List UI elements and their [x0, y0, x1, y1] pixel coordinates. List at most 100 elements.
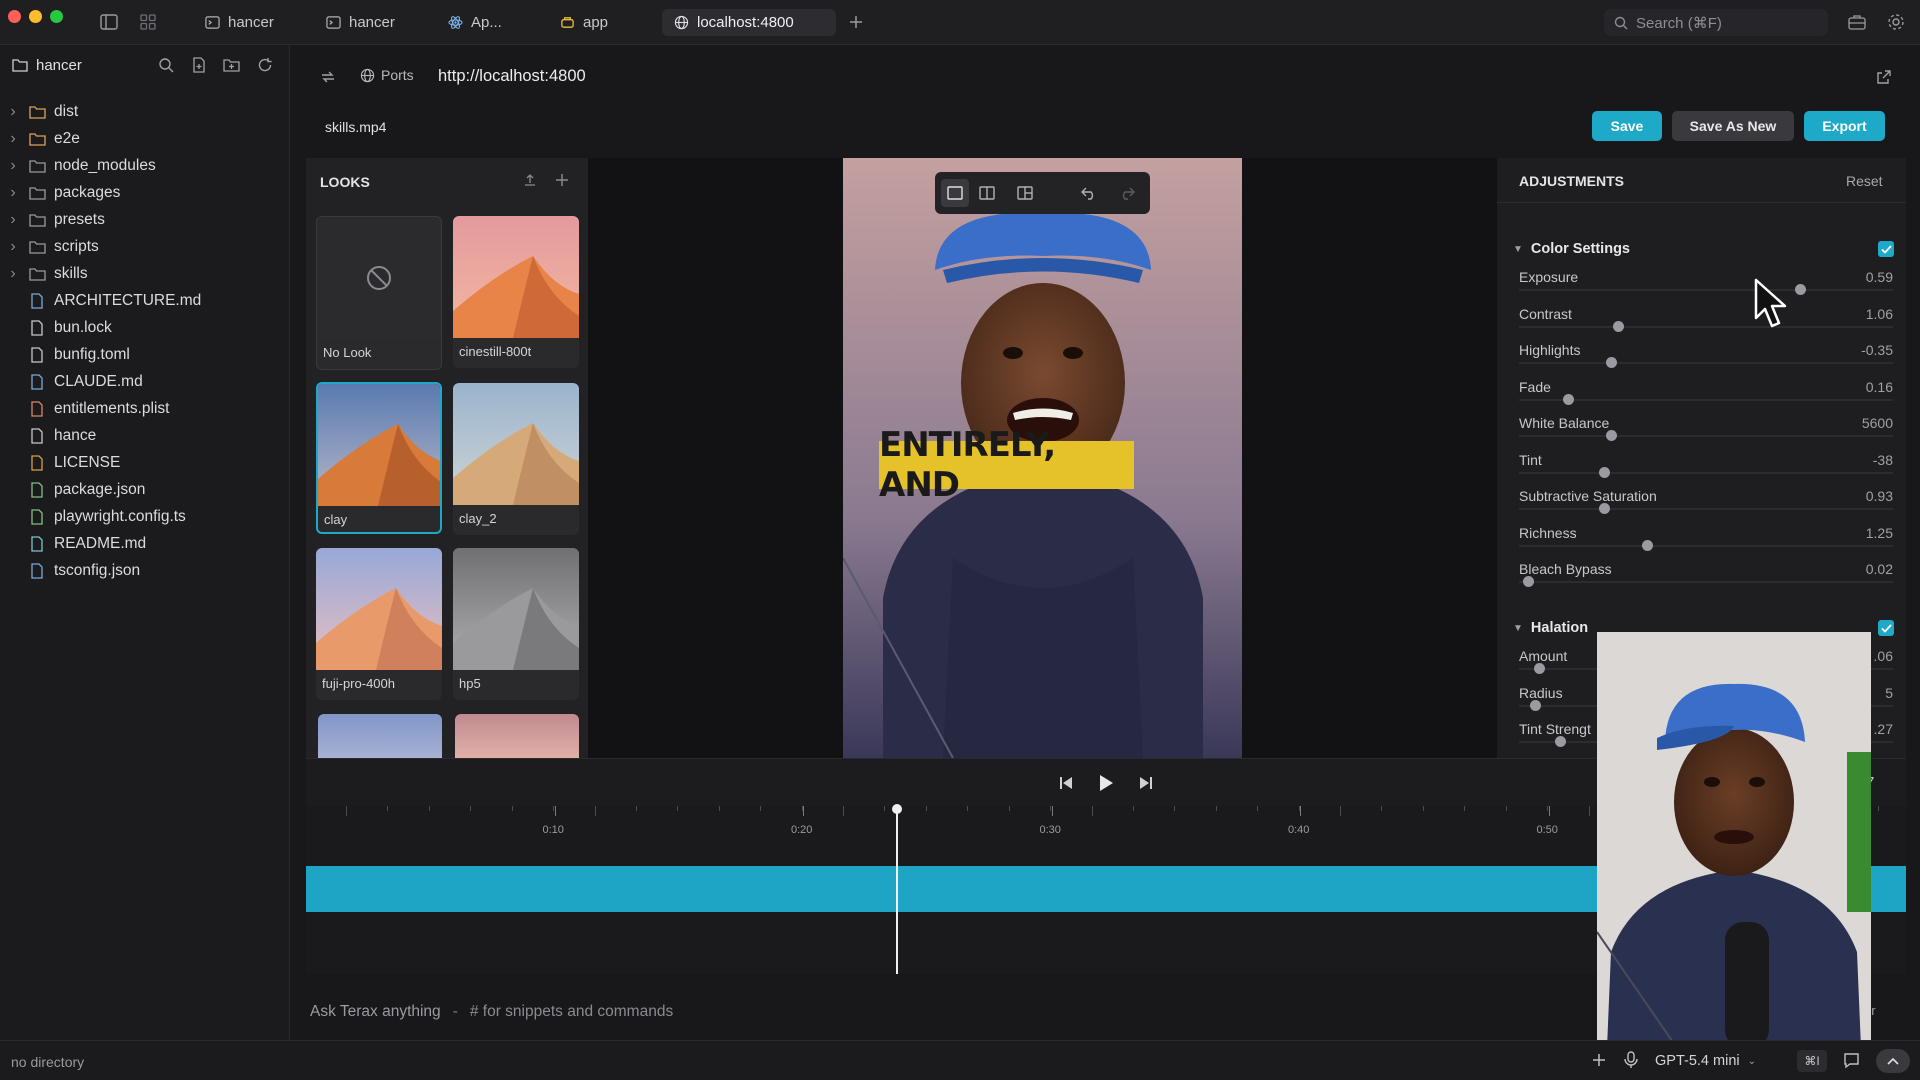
folder-item[interactable]: › packages [0, 182, 120, 204]
tab-ap[interactable]: Ap... [436, 9, 514, 36]
slider-thumb[interactable] [1598, 503, 1610, 514]
color-settings-header[interactable]: ▼ Color Settings [1513, 241, 1630, 257]
slider-value[interactable]: 0.93 [1866, 488, 1893, 504]
slider-track[interactable] [1519, 362, 1893, 364]
slider-value[interactable]: .27 [1874, 721, 1893, 737]
single-view-icon[interactable] [941, 179, 969, 207]
slider-value[interactable]: 5 [1885, 685, 1893, 701]
tab-app[interactable]: app [548, 9, 620, 36]
folder-item[interactable]: › e2e [0, 128, 80, 150]
folder-item[interactable]: › presets [0, 209, 105, 231]
slider-track[interactable] [1519, 581, 1893, 583]
slider-value[interactable]: -0.35 [1861, 342, 1893, 358]
slider-thumb[interactable] [1794, 284, 1806, 295]
save-as-new-button[interactable]: Save As New [1672, 111, 1794, 141]
refresh-icon[interactable] [257, 57, 273, 73]
tab-localhost[interactable]: localhost:4800 [662, 9, 836, 36]
compare-view-icon[interactable] [1017, 186, 1033, 200]
slider-thumb[interactable] [1606, 357, 1618, 368]
reset-button[interactable]: Reset [1846, 173, 1883, 189]
slider-thumb[interactable] [1598, 466, 1610, 478]
slider-thumb[interactable] [1522, 576, 1534, 587]
tab-hancer-1[interactable]: hancer [193, 9, 286, 36]
file-item[interactable]: entitlements.plist [0, 398, 169, 420]
grid-view-icon[interactable] [140, 14, 156, 30]
folder-item[interactable]: › node_modules [0, 155, 155, 177]
look-card-hp5[interactable]: hp5 [453, 548, 579, 700]
slider-track[interactable] [1519, 325, 1893, 328]
file-item[interactable]: bun.lock [0, 317, 112, 339]
look-card-clay[interactable]: clay [316, 382, 442, 534]
skip-forward-icon[interactable] [1139, 776, 1153, 790]
close-window-button[interactable] [8, 10, 21, 23]
look-card-partial[interactable] [318, 714, 442, 758]
new-tab-icon[interactable] [848, 14, 864, 30]
look-card-cinestill[interactable]: cinestill-800t [453, 216, 579, 368]
slider-thumb[interactable] [1606, 430, 1618, 441]
export-button[interactable]: Export [1804, 111, 1885, 141]
split-view-icon[interactable] [979, 186, 995, 200]
look-card-clay2[interactable]: clay_2 [453, 383, 579, 535]
slider-value[interactable]: .06 [1874, 648, 1893, 664]
open-external-icon[interactable] [1876, 69, 1892, 85]
color-settings-checkbox[interactable] [1878, 241, 1894, 257]
search-icon[interactable] [158, 57, 174, 73]
look-card-partial[interactable] [455, 714, 579, 758]
url-input[interactable]: http://localhost:4800 [438, 67, 586, 86]
file-item[interactable]: bunfig.toml [0, 344, 130, 366]
slider-thumb[interactable] [1642, 539, 1654, 551]
slider-thumb[interactable] [1533, 663, 1545, 674]
folder-item[interactable]: › skills [0, 263, 87, 285]
new-folder-icon[interactable] [223, 57, 240, 73]
slider-thumb[interactable] [1555, 736, 1567, 747]
halation-header[interactable]: ▼ Halation [1513, 620, 1588, 636]
reload-icon[interactable] [320, 69, 336, 85]
slider-thumb[interactable] [1562, 393, 1574, 405]
slider-track[interactable] [1519, 289, 1893, 291]
file-item[interactable]: CLAUDE.md [0, 371, 143, 393]
slider-track[interactable] [1519, 508, 1893, 510]
folder-item[interactable]: › dist [0, 101, 78, 123]
slider-track[interactable] [1519, 435, 1893, 437]
file-item[interactable]: playwright.config.ts [0, 506, 186, 528]
sidebar-toggle-icon[interactable] [100, 14, 118, 30]
microphone-icon[interactable] [1624, 1051, 1638, 1069]
maximize-window-button[interactable] [50, 10, 63, 23]
slider-track[interactable] [1519, 544, 1893, 547]
file-item[interactable]: tsconfig.json [0, 560, 140, 582]
halation-checkbox[interactable] [1878, 620, 1894, 636]
file-item[interactable]: README.md [0, 533, 146, 555]
file-item[interactable]: ARCHITECTURE.md [0, 290, 201, 312]
video-frame[interactable]: ENTIRELY, AND [843, 158, 1242, 758]
slider-track[interactable] [1519, 398, 1893, 401]
slider-value[interactable]: -38 [1873, 452, 1893, 468]
search-input[interactable]: Search (⌘F) [1604, 9, 1828, 36]
file-item[interactable]: hance [0, 425, 96, 447]
ports-button[interactable]: Ports [360, 67, 414, 83]
new-file-icon[interactable] [191, 57, 207, 73]
undo-icon[interactable] [1081, 186, 1097, 200]
slider-value[interactable]: 0.59 [1866, 269, 1893, 285]
add-icon[interactable] [1591, 1052, 1607, 1068]
model-selector[interactable]: GPT-5.4 mini ⌄ [1655, 1053, 1756, 1069]
play-icon[interactable] [1098, 774, 1114, 792]
slider-value[interactable]: 0.02 [1866, 561, 1893, 577]
look-card-no-look[interactable]: No Look [316, 216, 442, 370]
slider-track[interactable] [1519, 471, 1893, 474]
slider-value[interactable]: 5600 [1862, 415, 1893, 431]
folder-item[interactable]: › scripts [0, 236, 98, 258]
upload-icon[interactable] [523, 173, 537, 187]
save-button[interactable]: Save [1592, 111, 1662, 141]
slider-thumb[interactable] [1613, 320, 1625, 332]
redo-icon[interactable] [1119, 186, 1135, 200]
slider-value[interactable]: 0.16 [1866, 379, 1893, 395]
file-item[interactable]: LICENSE [0, 452, 120, 474]
skip-back-icon[interactable] [1059, 776, 1073, 790]
look-card-fuji[interactable]: fuji-pro-400h [316, 548, 442, 700]
chevron-up-icon[interactable] [1876, 1049, 1910, 1073]
chat-bubble-icon[interactable] [1843, 1052, 1860, 1069]
slider-value[interactable]: 1.25 [1866, 525, 1893, 541]
file-item[interactable]: package.json [0, 479, 145, 501]
briefcase-icon[interactable] [1848, 14, 1866, 30]
gear-icon[interactable] [1887, 13, 1905, 31]
